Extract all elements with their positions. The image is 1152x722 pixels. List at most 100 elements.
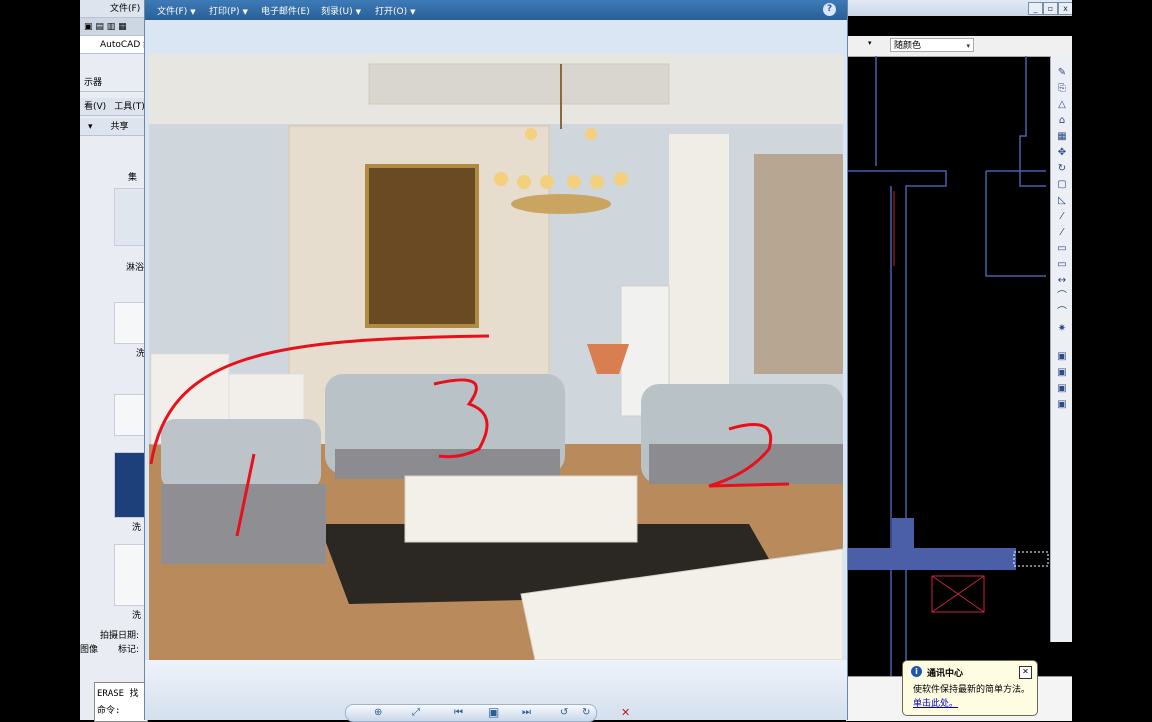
explode-icon[interactable]: ✷ <box>1055 322 1069 335</box>
mirror-icon[interactable]: △ <box>1055 98 1069 111</box>
chevron-down-icon: ▼ <box>190 8 196 16</box>
quick-toolbar[interactable]: ▣ ▤ ▥ ▦ <box>80 18 148 36</box>
thumbnail-5[interactable] <box>114 544 146 606</box>
viewer-label-row: 示器 <box>80 74 148 92</box>
autocad-tab[interactable]: AutoCAD 经 <box>80 36 148 54</box>
menu-open-label: 打开(O) <box>375 7 408 17</box>
menu-email[interactable]: 电子邮件(E) <box>261 4 310 17</box>
thumb-label-5: 洗 <box>132 611 142 621</box>
cad-line <box>1019 56 1046 187</box>
extend-icon[interactable]: ⁄ <box>1055 226 1069 239</box>
thumbnail-2[interactable] <box>114 302 146 344</box>
modify-toolbar: ✎ ⎘ △ ⌂ ▦ ✥ ↻ ▢ ◺ ⁄ ⁄ ▭ ▭ ↔ ⌒ ⌒ ✷ ▣ ▣ ▣ … <box>1050 56 1073 642</box>
thumbnail-3[interactable] <box>114 394 146 436</box>
zoom-icon[interactable]: ⊕ <box>374 707 382 718</box>
chevron-down-icon: ▼ <box>410 8 416 16</box>
break-icon[interactable]: ▭ <box>1055 242 1069 255</box>
command-prompt: 命令: <box>97 706 121 716</box>
menu-file[interactable]: 文件(F) ▼ <box>157 4 196 17</box>
cad-wall-fill <box>846 548 1016 570</box>
info-icon: i <box>911 666 922 677</box>
chevron-down-icon: ▾ <box>966 42 970 50</box>
trim-icon[interactable]: ⁄ <box>1055 210 1069 223</box>
armchair <box>161 419 326 564</box>
layer-icon[interactable]: ▣ <box>1055 398 1069 411</box>
notification-body: 使软件保持最新的简单方法。 <box>913 685 1031 695</box>
properties-bar: ▾ 随颜色 ▾ <box>846 36 1072 57</box>
layer-icon[interactable]: ▣ <box>1055 350 1069 363</box>
next-icon[interactable]: ⏭ <box>522 707 531 718</box>
thumb-label-4: 洗 <box>132 523 142 533</box>
view-menu-label[interactable]: 看(V) <box>84 102 106 112</box>
layer-icon[interactable]: ▣ <box>1055 382 1069 395</box>
chevron-down-icon: ▾ <box>88 122 93 132</box>
layer-icon[interactable]: ▣ <box>1055 366 1069 379</box>
command-history: ERASE 找 <box>97 689 139 699</box>
pencil-icon[interactable]: ✎ <box>1055 66 1069 79</box>
autocad-canvas-window[interactable]: _ ▫ x ▾ 随颜色 ▾ ✎ ⎘ △ ⌂ ▦ ✥ ↻ ▢ ◺ ⁄ ⁄ ▭ ▭ … <box>846 0 1073 721</box>
menu-burn-label: 刻录(U) <box>321 7 353 17</box>
menu-email-label: 电子邮件(E) <box>261 7 310 17</box>
viewer-menu-bar: 文件(F) ▼ 打印(P) ▼ 电子邮件(E) 刻录(U) ▼ 打开(O) ▼ ? <box>145 0 847 20</box>
rotate-left-icon[interactable]: ↺ <box>560 707 568 718</box>
menu-print-label: 打印(P) <box>209 7 240 17</box>
menu-burn[interactable]: 刻录(U) ▼ <box>321 4 361 17</box>
join-icon[interactable]: ▭ <box>1055 258 1069 271</box>
thumbnail-1[interactable] <box>114 188 146 246</box>
command-line[interactable]: ERASE 找 命令: <box>94 682 148 722</box>
notification-link[interactable]: 单击此处。 <box>913 696 958 709</box>
chamfer-icon[interactable]: ↔ <box>1055 274 1069 287</box>
photo-viewer-window: 文件(F) ▼ 打印(P) ▼ 电子邮件(E) 刻录(U) ▼ 打开(O) ▼ ? <box>144 0 848 722</box>
rotate-right-icon[interactable]: ↻ <box>582 707 590 718</box>
color-dropdown-value: 随颜色 <box>894 41 922 51</box>
chevron-down-icon: ▼ <box>242 8 248 16</box>
menu-row[interactable]: 看(V) 工具(T) <box>80 98 148 116</box>
menu-open[interactable]: 打开(O) ▼ <box>375 4 416 17</box>
share-row[interactable]: ▾ 共享 <box>80 118 148 136</box>
notification-title: 通讯中心 <box>927 669 964 679</box>
close-button[interactable]: x <box>1058 2 1073 15</box>
three-seat-sofa <box>325 374 565 479</box>
minimize-button[interactable]: _ <box>1028 2 1043 15</box>
stretch-icon[interactable]: ◺ <box>1055 194 1069 207</box>
offset-icon[interactable]: ⌂ <box>1055 114 1069 127</box>
move-icon[interactable]: ✥ <box>1055 146 1069 159</box>
cad-drawing[interactable] <box>846 56 1050 676</box>
right-black-margin <box>1072 0 1152 720</box>
notification-balloon[interactable]: i 通讯中心 ✕ 使软件保持最新的简单方法。 单击此处。 <box>902 660 1038 716</box>
tools-menu-label[interactable]: 工具(T) <box>114 102 145 112</box>
help-icon[interactable]: ? <box>823 3 836 16</box>
left-black-margin <box>0 0 80 720</box>
cad-hatch <box>1013 551 1049 567</box>
scale-icon[interactable]: ▢ <box>1055 178 1069 191</box>
file-menu-label: 文件(F) <box>110 4 141 14</box>
menu-print[interactable]: 打印(P) ▼ <box>209 4 248 17</box>
fit-icon[interactable]: ⤢ <box>412 707 420 718</box>
delete-icon[interactable]: ✕ <box>621 706 630 719</box>
chevron-down-icon: ▼ <box>355 8 362 16</box>
copy-icon[interactable]: ⎘ <box>1055 82 1069 95</box>
capture-date-label: 拍摄日期: <box>100 631 140 641</box>
autocad-titlebar: _ ▫ x <box>846 0 1073 16</box>
ceiling-tray <box>368 63 670 105</box>
coffee-table <box>404 475 638 543</box>
carved-screen <box>669 134 729 414</box>
color-dropdown[interactable]: 随颜色 ▾ <box>890 38 974 52</box>
array-icon[interactable]: ▦ <box>1055 130 1069 143</box>
slideshow-icon[interactable]: ▣ <box>488 705 499 719</box>
close-icon[interactable]: ✕ <box>1019 666 1032 679</box>
thumbnail-4[interactable] <box>114 452 146 518</box>
chevron-down-icon[interactable]: ▾ <box>868 39 872 47</box>
background-explorer-strip: 文件(F) ▣ ▤ ▥ ▦ AutoCAD 经 示器 看(V) 工具(T) ▾ 共享… <box>80 0 149 720</box>
playback-controls: ⊕ ⤢ ⏮ ▣ ⏭ ↺ ↻ <box>345 704 597 722</box>
fillet-icon[interactable]: ⌒ <box>1055 290 1069 303</box>
share-button[interactable]: 共享 <box>111 122 129 132</box>
previous-icon[interactable]: ⏮ <box>454 707 463 718</box>
tags-label: 标记: <box>118 645 140 655</box>
rotate-icon[interactable]: ↻ <box>1055 162 1069 175</box>
image-label: 图像 <box>80 645 99 655</box>
maximize-button[interactable]: ▫ <box>1043 2 1058 15</box>
displayed-photo[interactable]: 1 2 3 <box>149 54 843 660</box>
curve-icon[interactable]: ⌒ <box>1055 306 1069 319</box>
file-menu[interactable]: 文件(F) <box>80 0 148 18</box>
